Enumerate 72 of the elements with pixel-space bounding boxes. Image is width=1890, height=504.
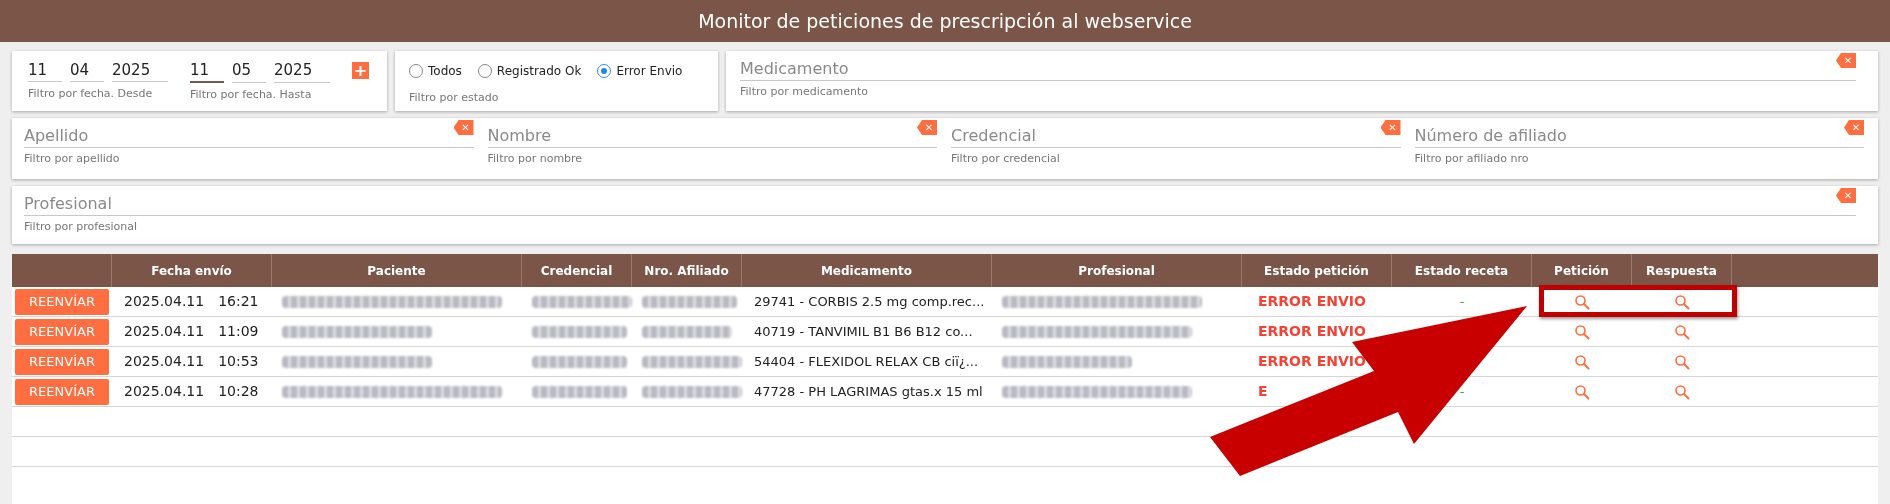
filter-hint: Filtro por fecha. Hasta — [190, 87, 312, 103]
search-icon[interactable] — [1574, 323, 1590, 340]
search-icon[interactable] — [1574, 293, 1590, 310]
column-header: Profesional — [992, 254, 1242, 287]
filter-hint: Filtro por apellido — [24, 151, 120, 167]
filter-input-field[interactable]: Nombre ✕ — [487, 122, 937, 148]
filter-input-field[interactable]: Apellido ✕ — [24, 122, 474, 148]
status-radio-option[interactable]: Todos — [409, 62, 462, 80]
search-icon[interactable] — [1574, 383, 1590, 400]
resend-button[interactable]: REENVÍAR — [15, 348, 109, 375]
clear-button[interactable]: ✕ — [917, 120, 937, 135]
time-text: 16:21 — [218, 292, 259, 311]
date-input-field[interactable]: 2025 — [274, 59, 330, 83]
prescription-status-text: - — [1459, 382, 1465, 401]
filter-hint: Filtro por afiliado nro — [1414, 151, 1529, 167]
column-header: Credencial — [522, 254, 632, 287]
filter-hint: Filtro por medicamento — [740, 84, 868, 100]
date-text: 2025.04.11 — [124, 352, 205, 371]
search-icon[interactable] — [1674, 353, 1690, 370]
time-text: 10:28 — [218, 382, 259, 401]
medication-text: 47728 - PH LAGRIMAS gtas.x 15 ml — [754, 382, 983, 401]
search-icon[interactable] — [1674, 293, 1690, 310]
date-input-field[interactable]: 11 — [28, 59, 62, 82]
prescription-status-text: - — [1459, 292, 1465, 311]
filter-hint: Filtro por estado — [409, 90, 499, 106]
filter-input-field[interactable]: Profesional ✕ — [24, 190, 1856, 216]
column-header: Medicamento — [742, 254, 992, 287]
clear-button[interactable]: ✕ — [453, 120, 474, 135]
date-text: 2025.04.11 — [124, 382, 205, 401]
column-header: Respuesta — [1632, 254, 1732, 287]
filter-hint: Filtro por fecha. Desde — [28, 86, 153, 102]
status-radio-option[interactable]: Registrado Ok — [477, 62, 582, 80]
request-status-text: ERROR ENVIO — [1258, 322, 1366, 341]
resend-button[interactable]: REENVÍAR — [15, 288, 109, 315]
clear-button[interactable]: ✕ — [1844, 120, 1864, 135]
column-header: Petición — [1532, 254, 1632, 287]
search-icon[interactable] — [1674, 383, 1690, 400]
filter-hint: Filtro por profesional — [24, 219, 138, 235]
date-input-field[interactable]: 11 — [190, 59, 224, 83]
medication-text: 29741 - CORBIS 2.5 mg comp.rec... — [754, 292, 985, 311]
clear-button[interactable]: ✕ — [1380, 120, 1401, 135]
date-text: 2025.04.11 — [124, 322, 205, 341]
search-icon[interactable] — [1674, 323, 1690, 340]
medication-text: 54404 - FLEXIDOL RELAX CB ciï¿... — [754, 352, 979, 371]
request-status-text: ERROR ENVIO — [1258, 292, 1366, 311]
request-status-text: ERROR ENVIO — [1258, 352, 1366, 371]
status-radio-option[interactable]: Error Envio — [597, 62, 683, 80]
clear-button[interactable]: ✕ — [1836, 188, 1856, 203]
date-text: 2025.04.11 — [124, 292, 205, 311]
medication-text: 40719 - TANVIMIL B1 B6 B12 co... — [754, 322, 973, 341]
search-icon[interactable] — [1574, 353, 1590, 370]
filter-input-field[interactable]: Número de afiliado ✕ — [1414, 122, 1864, 148]
time-text: 11:09 — [218, 322, 259, 341]
filter-hint: Filtro por nombre — [487, 151, 583, 167]
page-title: Monitor de peticiones de prescripción al webservice — [0, 0, 1890, 42]
column-header: Estado receta — [1392, 254, 1532, 287]
clear-button[interactable]: ✕ — [1836, 53, 1856, 68]
add-button[interactable]: + — [352, 62, 369, 79]
column-header: Paciente — [272, 254, 522, 287]
date-input-field[interactable]: 05 — [232, 59, 266, 83]
resend-button[interactable]: REENVÍAR — [15, 318, 109, 345]
column-header: Estado petición — [1242, 254, 1392, 287]
request-status-text: E — [1258, 382, 1268, 401]
date-input-field[interactable]: 04 — [70, 59, 104, 82]
resend-button[interactable]: REENVÍAR — [15, 378, 109, 405]
time-text: 10:53 — [218, 352, 259, 371]
column-header: Fecha envío — [112, 254, 272, 287]
column-header: Nro. Afiliado — [632, 254, 742, 287]
filter-input-field[interactable]: Medicamento ✕ — [740, 55, 1856, 81]
filter-input-field[interactable]: Credencial ✕ — [951, 122, 1401, 148]
date-input-field[interactable]: 2025 — [112, 59, 168, 82]
filter-hint: Filtro por credencial — [951, 151, 1060, 167]
